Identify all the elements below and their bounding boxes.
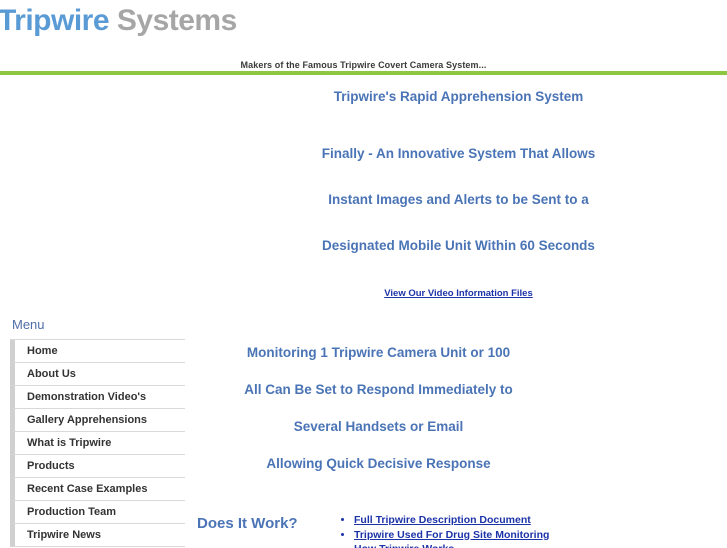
document-links-list: Full Tripwire Description Document Tripw… xyxy=(336,513,549,548)
sidebar-item-production-team[interactable]: Production Team xyxy=(10,501,185,524)
sidebar-item-recent-case-examples[interactable]: Recent Case Examples xyxy=(10,478,185,501)
page-title: Tripwire's Rapid Apprehension System xyxy=(333,89,584,104)
site-header: Tripwire Systems xyxy=(0,0,727,55)
sidebar-item-label: About Us xyxy=(27,368,76,380)
sidebar-item-label: Production Team xyxy=(27,506,117,518)
does-it-work-heading: Does It Work? xyxy=(197,515,298,532)
video-info-link-wrap: View Our Video Information Files xyxy=(190,283,727,301)
site-tagline: Makers of the Famous Tripwire Covert Cam… xyxy=(240,60,487,70)
sidebar-item-label: What is Tripwire xyxy=(27,437,112,449)
site-logo[interactable]: Tripwire Systems xyxy=(0,4,237,38)
logo-word-systems: Systems xyxy=(109,4,237,37)
logo-word-tripwire: Tripwire xyxy=(0,4,110,37)
document-link[interactable]: How Tripwire Works xyxy=(354,543,454,548)
sidebar-menu: Home About Us Demonstration Video's Gall… xyxy=(10,339,185,547)
video-info-link[interactable]: View Our Video Information Files xyxy=(384,288,533,299)
page-root: Tripwire Systems Makers of the Famous Tr… xyxy=(0,0,727,548)
sidebar-item-label: Tripwire News xyxy=(27,529,101,541)
document-link[interactable]: Full Tripwire Description Document xyxy=(354,514,531,526)
tagline-bar: Makers of the Famous Tripwire Covert Cam… xyxy=(0,55,727,71)
menu-heading: Menu xyxy=(12,317,45,332)
sidebar-item-label: Recent Case Examples xyxy=(27,483,148,495)
subheadline-line-4: Allowing Quick Decisive Response xyxy=(266,456,491,471)
sidebar-item-tripwire-news[interactable]: Tripwire News xyxy=(10,524,185,547)
list-item[interactable]: How Tripwire Works xyxy=(354,542,549,548)
headline-line-3: Instant Images and Alerts to be Sent to … xyxy=(328,192,589,207)
sidebar-item-label: Home xyxy=(27,345,58,357)
sidebar-item-what-is-tripwire[interactable]: What is Tripwire xyxy=(10,432,185,455)
headline-line-2: Finally - An Innovative System That Allo… xyxy=(321,146,596,161)
subheadline-line-3: Several Handsets or Email xyxy=(293,419,464,434)
subheadline-line-1: Monitoring 1 Tripwire Camera Unit or 100 xyxy=(246,345,511,360)
document-link[interactable]: Tripwire Used For Drug Site Monitoring xyxy=(354,529,549,541)
sidebar-item-label: Products xyxy=(27,460,75,472)
list-item[interactable]: Tripwire Used For Drug Site Monitoring xyxy=(354,528,549,543)
headline-line-4: Designated Mobile Unit Within 60 Seconds xyxy=(322,238,595,253)
subheadline-line-2: All Can Be Set to Respond Immediately to xyxy=(244,382,513,397)
list-item[interactable]: Full Tripwire Description Document xyxy=(354,513,549,528)
main-content: Menu Home About Us Demonstration Video's… xyxy=(0,75,727,548)
